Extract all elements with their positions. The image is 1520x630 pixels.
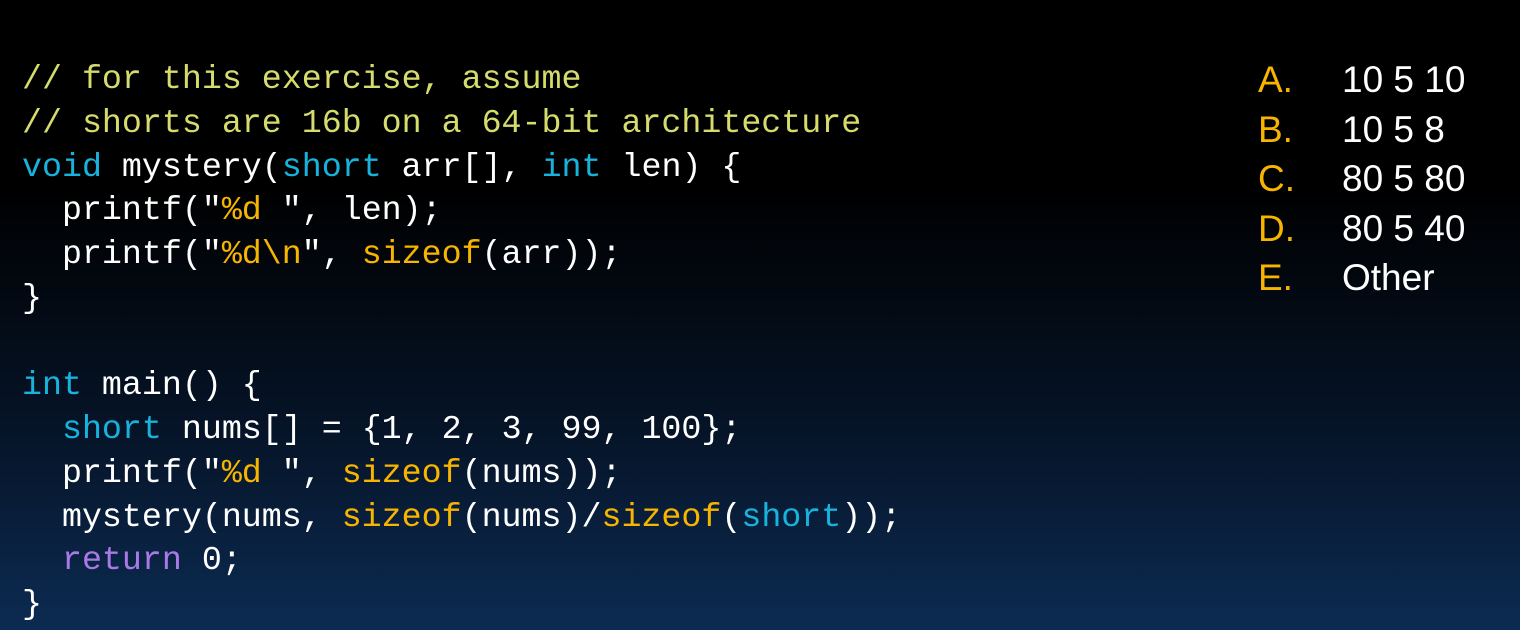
answer-letter: B. — [1258, 108, 1293, 150]
code-line — [22, 321, 901, 365]
code-line: // for this exercise, assume — [22, 58, 901, 102]
code-token-plain: } — [22, 278, 42, 317]
code-token-plain: ", len); — [261, 191, 442, 230]
answer-e: E. Other — [1258, 253, 1465, 303]
answer-a: A. 10 5 10 — [1258, 55, 1465, 105]
code-token-plain: (arr)); — [481, 235, 622, 273]
code-token-func: sizeof — [601, 497, 722, 536]
answer-value: 10 5 8 — [1342, 108, 1445, 150]
answer-b: B. 10 5 8 — [1258, 105, 1465, 155]
answer-value: Other — [1342, 257, 1435, 299]
code-line: mystery(nums, sizeof(nums)/sizeof(short)… — [22, 496, 901, 540]
answer-letter: C. — [1258, 158, 1295, 200]
code-token-comment: // for this exercise, assume — [22, 60, 582, 98]
answer-value: 80 5 80 — [1342, 158, 1466, 200]
answer-choices: A. 10 5 10 B. 10 5 8 C. 80 5 80 D. 80 5 40 E… — [1258, 55, 1465, 303]
code-token-plain: mystery( — [101, 147, 282, 186]
code-line: printf("%d ", len); — [22, 189, 901, 233]
code-token-plain: (nums)); — [461, 453, 622, 492]
code-token-func: sizeof — [341, 497, 462, 536]
code-line: printf("%d ", sizeof(nums)); — [22, 452, 901, 496]
code-token-func: sizeof — [361, 235, 482, 273]
code-token-plain: } — [22, 585, 42, 623]
code-line: // shorts are 16b on a 64-bit architectu… — [22, 102, 901, 146]
code-token-plain: )); — [841, 497, 902, 536]
code-token-fmt: %d — [221, 191, 262, 230]
code-token-plain: ( — [721, 497, 742, 536]
code-token-plain: (nums)/ — [461, 497, 602, 536]
answer-value: 10 5 10 — [1342, 59, 1466, 100]
code-token-ret: return — [61, 541, 182, 580]
code-token-plain: printf(" — [22, 191, 222, 230]
code-token-comment: // shorts are 16b on a 64-bit architectu… — [22, 103, 862, 142]
code-token-fmt: %d — [221, 453, 262, 492]
code-token-keyword: short — [741, 497, 842, 536]
code-block: // for this exercise, assume // shorts ar… — [22, 58, 901, 627]
code-token-plain: nums[] = {1, 2, 3, 99, 100}; — [161, 410, 742, 448]
code-token-plain: ", — [301, 235, 362, 273]
code-token-keyword: int — [541, 147, 602, 186]
code-token-plain: 0; — [181, 541, 242, 580]
answer-value: 80 5 40 — [1342, 207, 1466, 249]
answer-letter: A. — [1258, 59, 1293, 100]
code-token-keyword: short — [281, 147, 382, 186]
answer-letter: D. — [1258, 207, 1295, 249]
code-token-plain: main() { — [81, 366, 262, 405]
answer-d: D. 80 5 40 — [1258, 204, 1465, 254]
code-token-plain: printf(" — [22, 453, 222, 492]
code-token-plain: arr[], — [381, 147, 542, 186]
code-line: int main() { — [22, 364, 901, 408]
code-line: printf("%d\n", sizeof(arr)); — [22, 233, 901, 277]
code-line: void mystery(short arr[], int len) { — [22, 146, 901, 190]
answer-c: C. 80 5 80 — [1258, 154, 1465, 204]
code-token-fmt: %d\n — [221, 235, 302, 273]
code-line: } — [22, 277, 901, 321]
code-token-keyword: void — [22, 147, 102, 186]
code-token-plain: ", — [261, 453, 342, 492]
code-token-plain: len) { — [601, 147, 742, 186]
code-token-plain: printf(" — [22, 235, 222, 273]
code-token-keyword: int — [22, 366, 82, 405]
code-token-keyword: short — [61, 410, 162, 448]
code-line: } — [22, 583, 901, 627]
code-token-func: sizeof — [341, 453, 462, 492]
answer-letter: E. — [1258, 257, 1293, 299]
code-line: short nums[] = {1, 2, 3, 99, 100}; — [22, 408, 901, 452]
code-line: return 0; — [22, 539, 901, 583]
code-token-plain: mystery(nums, — [22, 497, 342, 536]
